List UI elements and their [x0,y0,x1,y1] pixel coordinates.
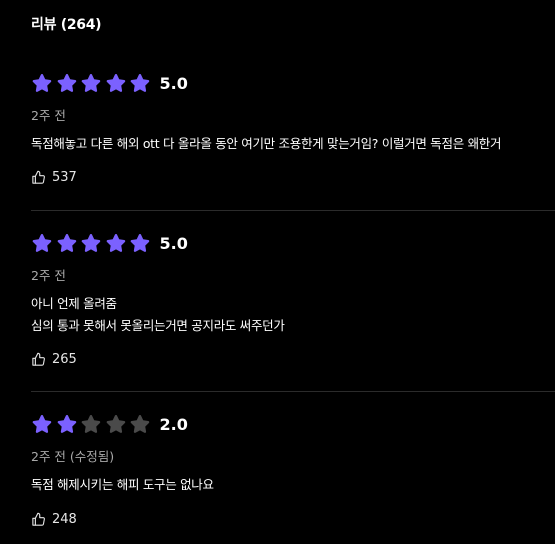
star-icon [56,232,78,254]
review-text-line: 독점 해제시키는 해피 도구는 없나요 [31,477,214,492]
like-count: 537 [52,170,77,185]
star-icon [129,72,151,94]
like-count: 265 [52,352,77,367]
star-rating: 2.0 [31,412,555,436]
thumbs-up-icon [31,170,46,185]
star-icon [129,232,151,254]
star-icon [31,413,53,435]
thumbs-up-icon [31,352,46,367]
star-icon [105,413,127,435]
star-icon [105,232,127,254]
star-rating: 5.0 [31,231,555,255]
like-button[interactable]: 265 [31,352,77,367]
review-item: 2.0 2주 전 (수정됨) 독점 해제시키는 해피 도구는 없나요 248 [31,412,555,528]
star-icon [56,413,78,435]
rating-score: 2.0 [159,414,188,434]
review-text: 독점해놓고 다른 해외 ott 다 올라올 동안 여기만 조용한게 맞는거임? … [31,133,501,155]
review-text: 독점 해제시키는 해피 도구는 없나요 [31,474,214,496]
review-date: 2주 전 [31,108,66,123]
review-item: 5.0 2주 전 아니 언제 올려줌 심의 통과 못해서 못올리는거면 공지라도… [31,231,555,368]
star-rating: 5.0 [31,71,555,95]
star-icon [31,232,53,254]
review-text-line: 심의 통과 못해서 못올리는거면 공지라도 써주던가 [31,318,285,333]
thumbs-up-icon [31,512,46,527]
like-button[interactable]: 248 [31,512,77,527]
star-icon [80,413,102,435]
review-text-line: 독점해놓고 다른 해외 ott 다 올라올 동안 여기만 조용한게 맞는거임? … [31,136,502,151]
review-text-line: 아니 언제 올려줌 [31,296,117,311]
like-button[interactable]: 537 [31,170,77,185]
reviews-title: 리뷰 (264) [31,17,102,33]
like-count: 248 [52,512,77,527]
rating-score: 5.0 [159,233,188,253]
review-date: 2주 전 (수정됨) [31,449,115,464]
star-icon [129,413,151,435]
star-icon [31,72,53,94]
star-icon [80,72,102,94]
review-date: 2주 전 [31,268,66,283]
review-text: 아니 언제 올려줌 심의 통과 못해서 못올리는거면 공지라도 써주던가 [31,293,285,337]
divider [31,391,555,392]
review-item: 5.0 2주 전 독점해놓고 다른 해외 ott 다 올라올 동안 여기만 조용… [31,71,555,186]
star-icon [56,72,78,94]
star-icon [80,232,102,254]
star-icon [105,72,127,94]
rating-score: 5.0 [159,73,188,93]
divider [31,210,555,211]
